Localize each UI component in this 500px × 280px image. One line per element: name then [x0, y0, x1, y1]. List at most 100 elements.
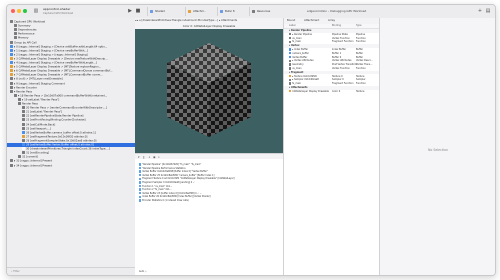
console-row-text: Vertex Buffer 23 [buffer index 0] [0x01c… [142, 191, 202, 195]
state-icon [22, 118, 25, 122]
navigator-item[interactable]: ▸ 34 [ragpu::Internal] Present [7, 163, 135, 168]
row-label-text: Geometry [292, 63, 304, 67]
group-icon [10, 40, 13, 44]
row-binding: Color 0 [332, 89, 341, 93]
buffer-icon [10, 44, 13, 48]
console-row-text: Vertex Buffer 0x1b0c8ebf08 [Buffer Index… [142, 170, 208, 174]
navigator-filter-field[interactable]: ⌕ Filter [7, 267, 135, 275]
row-label-text: camera_buffer [292, 51, 309, 55]
navigator-item-label: 28 [setFragmentSamplerState:0x10d02aa8 a… [26, 139, 97, 143]
buffer-icon [22, 130, 25, 134]
row-label-text: Vertex Buffer [292, 55, 308, 59]
pipeline-icon [22, 114, 25, 118]
navigator-item-label: ▸ 0 [ragpu::Internal] Staging > [Device … [14, 45, 108, 49]
navigator-sidebar: Captured GPU Workload Summary Dependencies… [7, 18, 136, 275]
tab-buffer[interactable]: Bufer 8 [217, 7, 249, 16]
minimize-window-button[interactable] [17, 9, 21, 13]
console-row-text: Index Buffer 26 0x1b0c8ebf080 [Index Buf… [142, 195, 211, 199]
buffer-icon [10, 48, 13, 52]
navigator-item-label: 31 [endEncoding] [26, 151, 49, 155]
dependencies-icon [14, 28, 17, 32]
pass-icon [14, 93, 17, 97]
status-text: edgecomotion – Debugging GPU Workload [307, 8, 367, 13]
state-icon [22, 122, 25, 126]
console-row-text: Vertex Buffer 25 0x1b0c8ebf080 "camera_b… [142, 173, 215, 177]
inspector-row[interactable]: CAMetalLayer Display Drawable Color 0 Text… [284, 90, 380, 94]
gpu-icon [10, 20, 13, 23]
column-binding[interactable]: Binding [332, 24, 341, 28]
close-window-button[interactable] [11, 9, 15, 13]
row-label-text: ▸ Index Buffer [292, 48, 309, 51]
add-icon[interactable]: + [477, 8, 483, 14]
column-label[interactable]: Label [289, 24, 295, 28]
console-row-text: Fragment Texture 0 ad 0x10c09f2 "CAMetal… [142, 177, 235, 181]
stop-icon[interactable]: ■ [135, 8, 141, 14]
navigator-item-label: 30 [drawIndexedPrimitives:Triangle index… [26, 147, 110, 151]
navigator-item-label: Performance [18, 32, 35, 36]
texture-icon [10, 65, 13, 69]
commit-icon [18, 155, 21, 159]
row-label: CAMetalLayer Display Drawable [289, 90, 329, 94]
row-label-text: vs_main [292, 67, 302, 70]
resources-icon [252, 10, 255, 13]
console-footer[interactable]: Auto ◇ [139, 270, 281, 273]
command-icon [10, 81, 13, 85]
navigator-item-label: 22 [setRenderPipelineState:Render Pipeli… [26, 114, 84, 118]
navigator-item-label: ▸ Render Encoder [14, 86, 37, 90]
navigator-item-label: 32 [commit] [22, 155, 38, 159]
console-area: "Render Pipeline" [0x11b067020] "fs_main… [135, 159, 283, 275]
console-row-text: "Render Pipeline Performance Statistics [142, 166, 186, 170]
label-icon [22, 110, 25, 114]
sidebar-toggle-icon[interactable]: ▥ [33, 8, 39, 14]
console-row-text: Function 2 "fs_main" 0x1... [142, 188, 172, 192]
buffer-icon [220, 10, 223, 13]
row-label-text: ▸ Vertex Attributes [292, 59, 314, 63]
zoom-window-button[interactable] [23, 9, 27, 13]
console-row-text: Function 1 "vs_main" 0x1... [142, 184, 173, 188]
navigator-item-label: Summary [18, 24, 31, 28]
filter-placeholder: Filter [13, 270, 20, 273]
row-label-text: vs_main [292, 36, 302, 40]
attachment-viewer[interactable] [135, 29, 283, 153]
encoder-icon [10, 85, 13, 89]
navigator-item-label: 23 [setFrontFacingWinding:CounterClockwi… [26, 118, 86, 122]
navigator-item-label: Memory [18, 36, 29, 40]
tab-resources[interactable]: Resources [249, 7, 285, 16]
editor-area: ◂ ▸ ⌂ [drawIndexedPrimitives:Triangle in… [135, 18, 283, 275]
navigator-item-label: Render Pass [22, 102, 38, 106]
console-row-text: Encoder Statistics 0 (1 indexed draw cal… [142, 199, 189, 202]
draw-icon [22, 147, 25, 151]
tab-attachments[interactable]: Attachm.. [185, 7, 217, 16]
end-icon [22, 151, 25, 155]
row-label-text: ▾ Vertex [289, 44, 300, 48]
texture-icon [10, 69, 13, 73]
tab-shaded[interactable]: Shaded [147, 7, 185, 16]
navigator-item-label: 26 [setVertexBuffer:camera_buffer offset… [26, 131, 96, 135]
encoder-icon [22, 106, 25, 110]
run-icon[interactable]: ▶ [127, 8, 133, 14]
detail-panel: No Selection [379, 18, 495, 275]
navigator-item-label: ▾ 18 Render Pass > [0x10d07a000 commandB… [18, 94, 108, 98]
row-type: Texture [356, 89, 365, 93]
layer-icon [10, 77, 13, 81]
pass-icon [10, 89, 13, 93]
column-type[interactable]: Type [356, 24, 362, 28]
tab-label: Attachm.. [193, 10, 206, 13]
row-label-text: ▾ Render Pipeline [289, 29, 312, 32]
buffer-icon [10, 61, 13, 64]
navigator-item-label: ▸ 2 [ragpu::Internal] Staging > [ragpu::… [14, 53, 88, 57]
inspector-toggle-icon[interactable]: ▤ [485, 8, 491, 14]
pass-icon [18, 102, 21, 105]
texture-icon [10, 73, 13, 77]
tab-label: Bufer 8 [225, 10, 235, 13]
navigator-item-label: ▸ 1 [ragpu::Internal] Staging > [Device … [14, 49, 88, 53]
summary-icon [14, 24, 17, 28]
navigator-item-label: 24 [setCullMode:Back] [26, 123, 56, 126]
window-title: appcontrol.shader [43, 7, 71, 11]
shader-icon [150, 10, 153, 13]
navigator-item-label: 27 [setFragmentTexture:0x10c09f20 atInde… [26, 135, 88, 139]
navigator-item-label: ▸ 9 [ragpu::Internal] Staging Command [14, 82, 65, 85]
console-row[interactable]: Encoder Statistics 0 (1 indexed draw cal… [139, 199, 281, 202]
navigator-item-label: ▸ 34 [ragpu::Internal] Present [14, 164, 53, 167]
memory-icon [14, 36, 17, 40]
